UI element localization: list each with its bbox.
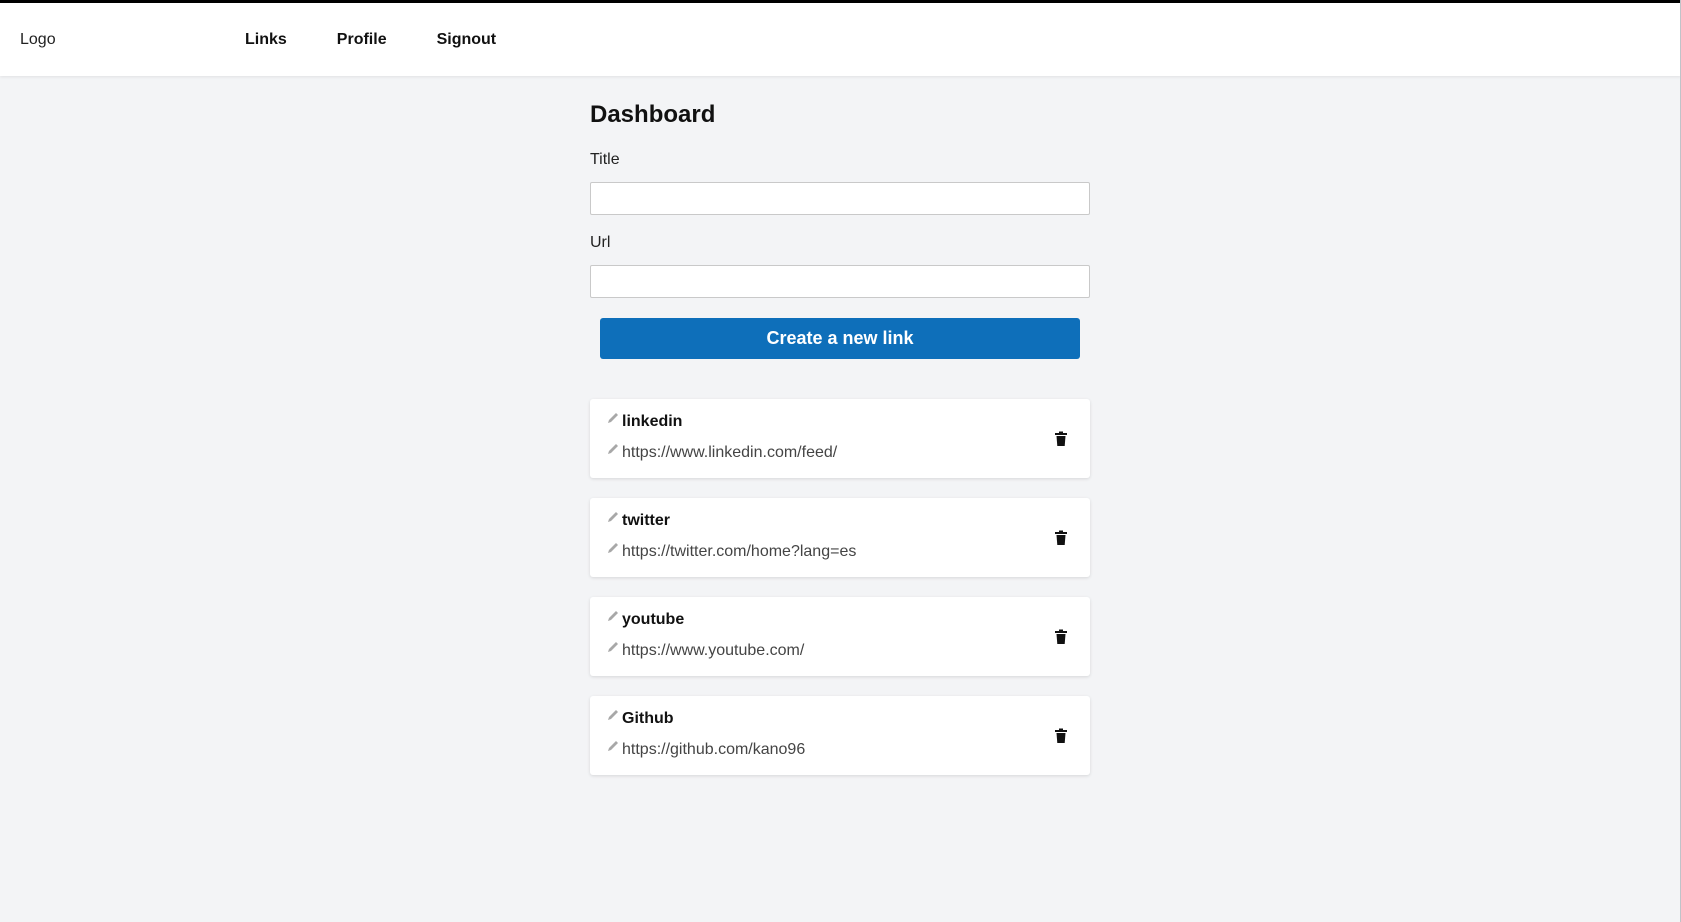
- link-url-row: https://www.youtube.com/: [606, 642, 804, 660]
- trash-icon[interactable]: [1054, 629, 1068, 645]
- dashboard-main: Dashboard Title Url Create a new link li…: [590, 76, 1090, 795]
- link-title: linkedin: [622, 413, 683, 430]
- nav-link-links[interactable]: Links: [245, 31, 287, 49]
- link-url-row: https://www.linkedin.com/feed/: [606, 444, 837, 462]
- link-title-row: Github: [606, 710, 674, 728]
- pencil-icon[interactable]: [606, 640, 620, 654]
- link-title: Github: [622, 710, 674, 727]
- create-link-button[interactable]: Create a new link: [600, 318, 1080, 359]
- trash-icon[interactable]: [1054, 431, 1068, 447]
- pencil-icon[interactable]: [606, 510, 620, 524]
- link-title-row: youtube: [606, 611, 684, 629]
- link-url: https://twitter.com/home?lang=es: [622, 543, 857, 560]
- link-url: https://github.com/kano96: [622, 741, 806, 758]
- link-title-row: linkedin: [606, 413, 682, 431]
- trash-icon[interactable]: [1054, 530, 1068, 546]
- nav-link-profile[interactable]: Profile: [337, 31, 387, 49]
- link-card: twitter https://twitter.com/home?lang=es: [590, 498, 1090, 577]
- pencil-icon[interactable]: [606, 739, 620, 753]
- link-url: https://www.linkedin.com/feed/: [622, 444, 838, 461]
- title-input[interactable]: [590, 182, 1090, 215]
- nav-link-signout[interactable]: Signout: [437, 31, 497, 49]
- nav-links: Links Profile Signout: [245, 31, 546, 49]
- link-url-row: https://github.com/kano96: [606, 741, 805, 759]
- pencil-icon[interactable]: [606, 708, 620, 722]
- pencil-icon[interactable]: [606, 442, 620, 456]
- link-title: youtube: [622, 611, 685, 628]
- pencil-icon[interactable]: [606, 541, 620, 555]
- link-title: twitter: [622, 512, 670, 529]
- link-card: linkedin https://www.linkedin.com/feed/: [590, 399, 1090, 478]
- logo[interactable]: Logo: [20, 31, 56, 49]
- title-field-label: Title: [590, 151, 620, 168]
- link-title-row: twitter: [606, 512, 670, 530]
- pencil-icon[interactable]: [606, 609, 620, 623]
- page-title: Dashboard: [590, 101, 716, 128]
- link-url: https://www.youtube.com/: [622, 642, 805, 659]
- pencil-icon[interactable]: [606, 411, 620, 425]
- links-list: linkedin https://www.linkedin.com/feed/ …: [590, 399, 1090, 775]
- link-url-row: https://twitter.com/home?lang=es: [606, 543, 856, 561]
- link-card: youtube https://www.youtube.com/: [590, 597, 1090, 676]
- url-input[interactable]: [590, 265, 1090, 298]
- link-card: Github https://github.com/kano96: [590, 696, 1090, 775]
- navbar: Logo Links Profile Signout: [0, 3, 1681, 76]
- url-field-label: Url: [590, 234, 611, 251]
- trash-icon[interactable]: [1054, 728, 1068, 744]
